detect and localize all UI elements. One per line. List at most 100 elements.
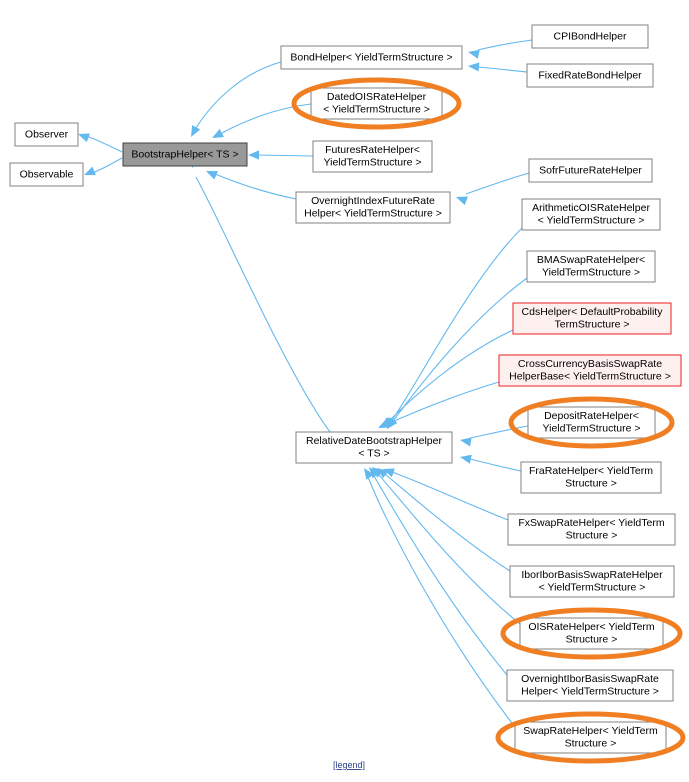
class-node-observable[interactable]: Observable [9, 162, 84, 187]
node-label-line: Helper< YieldTermStructure > [521, 686, 659, 698]
node-label-line: RelativeDateBootstrapHelper [306, 435, 442, 447]
arrow-head-icon [84, 166, 96, 176]
inheritance-graph-svg: Observer Observable BootstrapHelper< TS > B… [9, 24, 686, 770]
class-node-overnight-ibor-basis-swap-rate-helper[interactable]: OvernightIborBasisSwapRateHelper< YieldT… [506, 669, 674, 702]
node-label-line: YieldTermStructure > [542, 267, 640, 279]
node-label-line: Helper< YieldTermStructure > [304, 208, 442, 220]
class-node-cpi-bond-helper[interactable]: CPIBondHelper [531, 24, 649, 49]
edge-bootstrap-helper-ts-to-observer [78, 133, 123, 153]
arrow-head-icon [78, 133, 90, 143]
node-label-line: < YieldTermStructure > [538, 215, 645, 227]
class-node-overnight-index-future-rate-helper[interactable]: OvernightIndexFutureRateHelper< YieldTer… [295, 191, 451, 224]
edge-line [391, 227, 523, 421]
node-label-line: YieldTermStructure > [324, 157, 422, 169]
edge-fra-rate-helper-to-relative-date-bootstrap-helper [460, 454, 522, 472]
arrow-head-icon [468, 62, 480, 72]
edge-fx-swap-rate-helper-to-relative-date-bootstrap-helper [383, 468, 509, 521]
node-label-line: BondHelper< YieldTermStructure > [290, 51, 452, 63]
edge-line [85, 135, 123, 153]
node-label-line: < YieldTermStructure > [539, 582, 646, 594]
node-label-line: TermStructure > [555, 319, 630, 331]
node-label-line: OvernightIborBasisSwapRate [521, 673, 659, 685]
edge-line [373, 475, 508, 676]
class-node-ois-rate-helper[interactable]: OISRateHelper< YieldTermStructure > [519, 617, 664, 650]
edge-line [378, 474, 521, 625]
class-node-swap-rate-helper[interactable]: SwapRateHelper< YieldTermStructure > [514, 721, 667, 754]
edge-line [257, 154, 314, 157]
class-node-fx-swap-rate-helper[interactable]: FxSwapRateHelper< YieldTermStructure > [507, 513, 676, 546]
node-label-line: Observable [20, 168, 74, 180]
arrow-head-icon [456, 196, 468, 206]
class-node-sofr-future-rate-helper[interactable]: SofrFutureRateHelper [528, 158, 653, 183]
arrow-head-icon [460, 454, 472, 464]
edge-line [469, 458, 522, 472]
node-label-line: < TS > [358, 448, 389, 460]
node-label-line: CPIBondHelper [554, 30, 627, 42]
edge-line [391, 471, 509, 521]
class-node-cross-currency-basis-swap-rate-helper-base[interactable]: CrossCurrencyBasisSwapRateHelperBase< Yi… [498, 354, 682, 387]
edge-sofr-future-rate-helper-to-overnight-index-future-rate-helper [456, 172, 530, 206]
class-node-dated-ois-rate-helper[interactable]: DatedOISRateHelper< YieldTermStructure > [310, 87, 443, 120]
node-label-line: CdsHelper< DefaultProbability [522, 306, 664, 318]
class-node-bootstrap-helper-ts[interactable]: BootstrapHelper< TS > [122, 142, 248, 167]
edge-line [195, 61, 282, 129]
edge-line [91, 157, 123, 174]
edge-line [367, 476, 516, 728]
class-node-relative-date-bootstrap-helper[interactable]: RelativeDateBootstrapHelper< TS > [295, 431, 453, 464]
edge-arithmetic-ois-rate-helper-to-relative-date-bootstrap-helper [387, 227, 523, 429]
class-node-fra-rate-helper[interactable]: FraRateHelper< YieldTermStructure > [520, 461, 662, 494]
edge-overnight-index-future-rate-helper-to-bootstrap-helper-ts [206, 171, 297, 200]
node-label-line: SofrFutureRateHelper [539, 164, 642, 176]
edge-line [214, 173, 297, 200]
edge-bma-swap-rate-helper-to-relative-date-bootstrap-helper [387, 277, 528, 429]
edge-line [392, 277, 528, 422]
edge-cpi-bond-helper-to-bond-helper [468, 39, 533, 59]
class-node-fixed-rate-bond-helper[interactable]: FixedRateBondHelper [526, 63, 654, 88]
node-label-line: DatedOISRateHelper [327, 91, 427, 103]
edge-fixed-rate-bond-helper-to-bond-helper [468, 62, 528, 73]
node-label-line: Structure > [565, 738, 617, 750]
node-label-line: Structure > [566, 634, 618, 646]
edge-bootstrap-helper-ts-to-observable [84, 157, 123, 176]
nodes-layer: Observer Observable BootstrapHelper< TS > B… [9, 24, 682, 754]
class-node-deposit-rate-helper[interactable]: DepositRateHelper<YieldTermStructure > [527, 406, 656, 439]
node-label-line: FxSwapRateHelper< YieldTerm [518, 517, 664, 529]
class-node-futures-rate-helper[interactable]: FuturesRateHelper<YieldTermStructure > [312, 140, 433, 173]
edge-line [477, 66, 528, 73]
node-label-line: Structure > [566, 530, 618, 542]
node-label-line: OvernightIndexFutureRate [311, 195, 435, 207]
node-label-line: FixedRateBondHelper [538, 69, 642, 81]
class-node-ibor-ibor-basis-swap-rate-helper[interactable]: IborIborBasisSwapRateHelper< YieldTermSt… [509, 565, 675, 598]
edge-swap-rate-helper-to-relative-date-bootstrap-helper [364, 468, 516, 728]
node-label-line: IborIborBasisSwapRateHelper [521, 569, 663, 581]
class-node-cds-helper[interactable]: CdsHelper< DefaultProbabilityTermStructu… [512, 302, 672, 335]
arrow-head-icon [191, 125, 201, 137]
arrow-head-icon [248, 150, 259, 160]
edge-cross-currency-basis-swap-rate-helper-base-to-relative-date-bootstrap-helper [378, 381, 500, 428]
edge-line [388, 329, 514, 422]
arrow-head-icon [468, 49, 480, 59]
node-label-line: CrossCurrencyBasisSwapRate [518, 358, 662, 370]
edge-futures-rate-helper-to-bootstrap-helper-ts [248, 150, 314, 160]
class-node-arithmetic-ois-rate-helper[interactable]: ArithmeticOISRateHelper< YieldTermStruct… [521, 198, 661, 231]
edge-ibor-ibor-basis-swap-rate-helper-to-relative-date-bootstrap-helper [377, 468, 511, 572]
legend-link[interactable]: [legend] [333, 760, 365, 770]
node-label-line: FraRateHelper< YieldTerm [529, 465, 653, 477]
edge-cds-helper-to-relative-date-bootstrap-helper [382, 329, 514, 428]
inheritance-diagram: Observer Observable BootstrapHelper< TS > B… [0, 0, 689, 782]
node-label-line: DepositRateHelper< [544, 410, 639, 422]
edge-line [384, 473, 511, 572]
node-label-line: BMASwapRateHelper< [537, 254, 645, 266]
class-node-bma-swap-rate-helper[interactable]: BMASwapRateHelper<YieldTermStructure > [526, 250, 656, 283]
node-label-line: YieldTermStructure > [543, 423, 641, 435]
edge-line [465, 172, 530, 195]
edge-overnight-ibor-basis-swap-rate-helper-to-relative-date-bootstrap-helper [369, 467, 508, 676]
node-label-line: SwapRateHelper< YieldTerm [523, 725, 658, 737]
node-label-line: ArithmeticOISRateHelper [532, 202, 650, 214]
class-node-bond-helper[interactable]: BondHelper< YieldTermStructure > [280, 45, 463, 70]
edge-line [477, 39, 533, 51]
class-node-observer[interactable]: Observer [14, 122, 79, 147]
edge-ois-rate-helper-to-relative-date-bootstrap-helper [372, 467, 521, 625]
node-label-line: < YieldTermStructure > [323, 104, 430, 116]
node-label-line: HelperBase< YieldTermStructure > [509, 371, 671, 383]
